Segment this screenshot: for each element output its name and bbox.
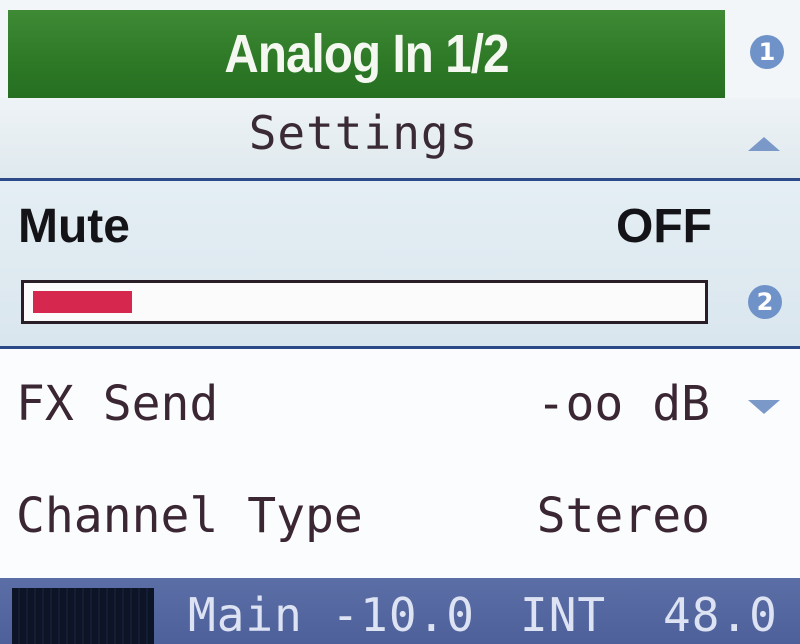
page-number-icon: 1 xyxy=(750,35,784,69)
main-level-readout: Main -10.0 xyxy=(188,588,475,642)
level-meter-fill xyxy=(33,291,132,313)
output-meter xyxy=(12,588,154,644)
knob-number-icon: 2 xyxy=(748,285,782,319)
fx-send-value[interactable]: -oo dB xyxy=(390,376,710,432)
clock-source-readout: INT xyxy=(520,588,607,642)
arrow-up-icon[interactable] xyxy=(748,137,780,151)
mute-label: Mute xyxy=(18,200,130,253)
fx-send-label: FX Send xyxy=(16,376,219,432)
section-title: Settings xyxy=(248,106,479,160)
page-title: Analog In 1/2 xyxy=(224,24,509,84)
level-meter xyxy=(21,280,708,324)
title-bar: Analog In 1/2 xyxy=(8,10,725,98)
channel-type-value[interactable]: Stereo xyxy=(390,488,710,544)
channel-type-label: Channel Type xyxy=(16,488,363,544)
section-header: Settings xyxy=(0,98,800,181)
arrow-down-icon[interactable] xyxy=(748,400,780,414)
device-screen: Analog In 1/2 1 Settings Mute OFF 2 FX S… xyxy=(0,0,800,644)
sample-rate-readout: 48.0 xyxy=(663,588,778,642)
status-bar: Main -10.0 INT 48.0 xyxy=(0,578,800,644)
mute-value[interactable]: OFF xyxy=(560,199,712,254)
title-row: Analog In 1/2 1 xyxy=(0,0,800,98)
